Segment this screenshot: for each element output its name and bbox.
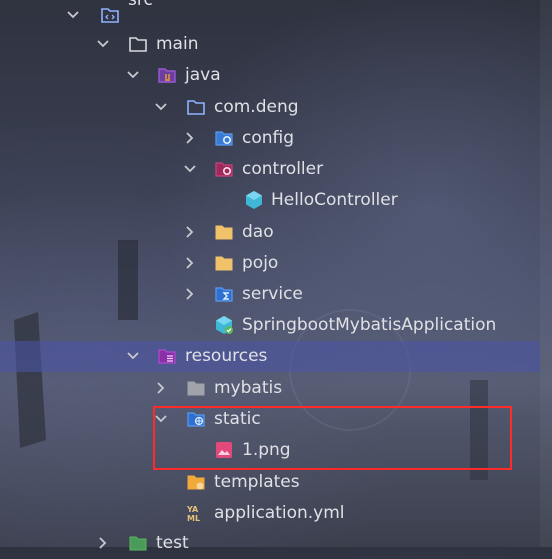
tree-node-label: java	[185, 65, 221, 85]
test-folder-icon	[128, 533, 148, 553]
chevron-right-icon[interactable]	[96, 536, 110, 550]
spring-bean-class-icon	[244, 190, 264, 210]
tree-node-test[interactable]: test	[0, 528, 540, 559]
tree-node-service[interactable]: service	[0, 279, 540, 310]
tree-node-resources[interactable]: resources	[0, 341, 540, 372]
tree-node-label: com.deng	[214, 97, 299, 117]
tree-node-label: config	[242, 128, 295, 148]
tree-node-templates[interactable]: templates	[0, 467, 540, 498]
chevron-right-icon[interactable]	[154, 381, 168, 395]
service-package-icon	[214, 284, 234, 304]
java-source-root-icon	[157, 65, 177, 85]
tree-node-label: dao	[242, 222, 274, 242]
source-folder-icon	[100, 5, 120, 25]
tree-node-java[interactable]: java	[0, 60, 540, 91]
tree-node-label: test	[156, 533, 189, 553]
chevron-right-icon[interactable]	[183, 131, 197, 145]
templates-folder-icon	[186, 472, 206, 492]
tree-node-mybatis[interactable]: mybatis	[0, 373, 540, 404]
tree-node-package[interactable]: com.deng	[0, 92, 540, 123]
tree-node-src[interactable]: src	[0, 0, 540, 31]
tree-node-main[interactable]: main	[0, 29, 540, 60]
tree-node-label: main	[156, 34, 199, 54]
config-package-icon	[214, 128, 234, 148]
chevron-down-icon[interactable]	[126, 68, 140, 82]
tree-node-label: application.yml	[214, 503, 345, 523]
svg-text:YA: YA	[186, 505, 199, 514]
tree-node-label: SpringbootMybatisApplication	[242, 315, 497, 335]
tree-node-label: controller	[242, 159, 324, 179]
chevron-down-icon[interactable]	[126, 349, 140, 363]
package-icon	[186, 97, 206, 117]
svg-text:ML: ML	[187, 514, 200, 523]
tree-node-config[interactable]: config	[0, 123, 540, 154]
folder-icon	[214, 222, 234, 242]
tree-node-label: mybatis	[214, 378, 283, 398]
spring-boot-application-icon	[214, 315, 234, 335]
tree-node-application-yml[interactable]: YA ML application.yml	[0, 498, 540, 529]
vertical-scrollbar[interactable]	[540, 0, 552, 547]
controller-package-icon	[214, 159, 234, 179]
highlight-annotation-box	[153, 406, 512, 470]
chevron-down-icon[interactable]	[96, 37, 110, 51]
tree-node-dao[interactable]: dao	[0, 217, 540, 248]
tree-node-pojo[interactable]: pojo	[0, 248, 540, 279]
tree-node-label: templates	[214, 472, 300, 492]
tree-node-label: resources	[185, 346, 268, 366]
chevron-down-icon[interactable]	[154, 100, 168, 114]
folder-icon	[214, 253, 234, 273]
chevron-right-icon[interactable]	[183, 256, 197, 270]
chevron-right-icon[interactable]	[183, 225, 197, 239]
tree-node-label: service	[242, 284, 303, 304]
tree-node-application-class[interactable]: SpringbootMybatisApplication	[0, 310, 540, 341]
tree-node-label: HelloController	[271, 190, 398, 210]
chevron-right-icon[interactable]	[183, 287, 197, 301]
folder-icon	[186, 378, 206, 398]
tree-node-hello-controller[interactable]: HelloController	[0, 185, 540, 216]
tree-node-controller[interactable]: controller	[0, 154, 540, 185]
tree-node-label: pojo	[242, 253, 279, 273]
folder-icon	[128, 34, 148, 54]
chevron-down-icon[interactable]	[66, 8, 80, 22]
resources-root-icon	[157, 346, 177, 366]
chevron-down-icon[interactable]	[183, 162, 197, 176]
tree-node-label: src	[128, 0, 153, 10]
yaml-file-icon: YA ML	[186, 503, 206, 523]
